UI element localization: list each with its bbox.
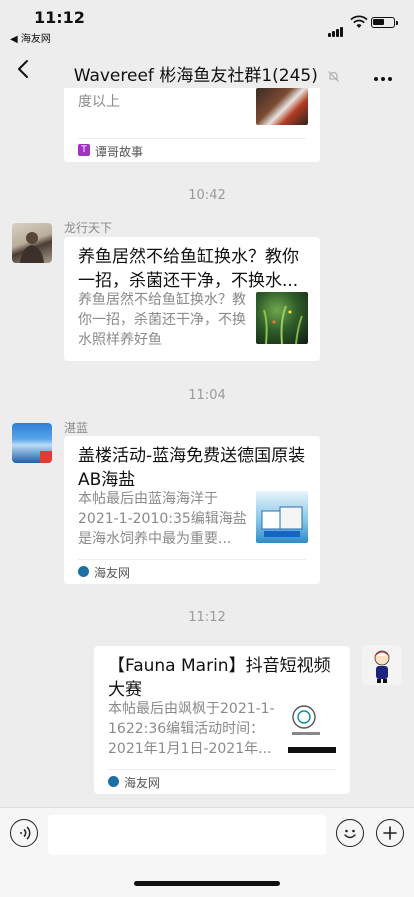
card-thumbnail: [286, 701, 338, 753]
card-description: 养鱼居然不给鱼缸换水？教你一招，杀菌还干净，不换水照样养好鱼: [78, 292, 246, 348]
message-timestamp: 10:42: [188, 188, 226, 203]
plus-icon: [382, 825, 397, 840]
card-thumbnail: [256, 292, 308, 344]
message-input[interactable]: [48, 815, 326, 855]
product-box-icon: [261, 506, 303, 537]
more-dot: [381, 77, 385, 81]
voice-icon: [19, 825, 30, 840]
card-thumbnail: [256, 88, 308, 125]
battery-icon: [371, 17, 398, 28]
sender-name: 龙行天下: [64, 221, 113, 235]
link-card[interactable]: 【Fauna Marin】抖音短视频大赛 本帖最后由飒枫于2021-1-1622…: [94, 646, 350, 794]
source-logo-icon: [108, 776, 119, 787]
chat-title: Wavereef 彬海鱼友社群1(245): [0, 61, 414, 86]
card-divider: [78, 559, 306, 560]
card-source: 谭哥故事: [95, 145, 144, 159]
avatar[interactable]: [12, 223, 52, 263]
link-card[interactable]: 度以上 T 谭哥故事: [64, 88, 320, 162]
more-dots-icon: [374, 77, 378, 81]
card-source: 海友网: [124, 776, 161, 790]
card-source: 海友网: [94, 566, 131, 580]
plus-button[interactable]: [376, 819, 404, 847]
cellular-signal-icon: [328, 18, 344, 37]
message-timestamp: 11:04: [188, 388, 226, 403]
aquarium-plant-icon: [263, 305, 303, 344]
avatar[interactable]: [362, 645, 402, 685]
more-dot: [388, 77, 392, 81]
back-to-app-link[interactable]: ◀ 海友网: [10, 30, 51, 45]
card-thumbnail: [256, 491, 308, 543]
card-divider: [108, 769, 336, 770]
flag-badge-icon: [40, 451, 52, 463]
link-card[interactable]: 盖楼活动-蓝海免费送德国原装AB海盐 本帖最后由蓝海海洋于2021-1-2010…: [64, 436, 320, 584]
card-divider: [78, 138, 306, 139]
emoji-icon: [343, 829, 356, 838]
card-description: 本帖最后由飒枫于2021-1-1622:36编辑活动时间：2021年1月1日-2…: [108, 701, 275, 757]
avatar[interactable]: [12, 423, 52, 463]
person-icon: [20, 232, 44, 263]
source-logo-icon: T: [78, 144, 90, 156]
mute-bell-icon: [328, 70, 340, 82]
home-indicator[interactable]: [134, 881, 280, 886]
card-description: 度以上: [78, 94, 120, 110]
card-description: 本帖最后由蓝海海洋于2021-1-2010:35编辑海盐是海水饲养中最为重要..…: [78, 491, 247, 547]
chat-title-text: Wavereef 彬海鱼友社群1(245): [73, 66, 318, 86]
sender-name: 湛蓝: [64, 421, 89, 435]
card-title: 养鱼居然不给鱼缸换水？教你一招，杀菌还干净，不换水...: [78, 247, 299, 291]
link-card[interactable]: 养鱼居然不给鱼缸换水？教你一招，杀菌还干净，不换水... 养鱼居然不给鱼缸换水？…: [64, 237, 320, 361]
cartoon-person-icon: [374, 650, 390, 683]
card-title: 【Fauna Marin】抖音短视频大赛: [108, 656, 331, 700]
emoji-button[interactable]: [336, 819, 364, 847]
status-time: 11:12: [34, 8, 85, 27]
fauna-marin-logo-icon: [288, 705, 336, 753]
message-timestamp: 11:12: [188, 610, 226, 625]
source-logo-icon: [78, 566, 89, 577]
wifi-icon: [350, 15, 368, 28]
voice-button[interactable]: [10, 819, 38, 847]
more-button[interactable]: [374, 66, 398, 81]
card-title: 盖楼活动-蓝海免费送德国原装AB海盐: [78, 446, 306, 490]
